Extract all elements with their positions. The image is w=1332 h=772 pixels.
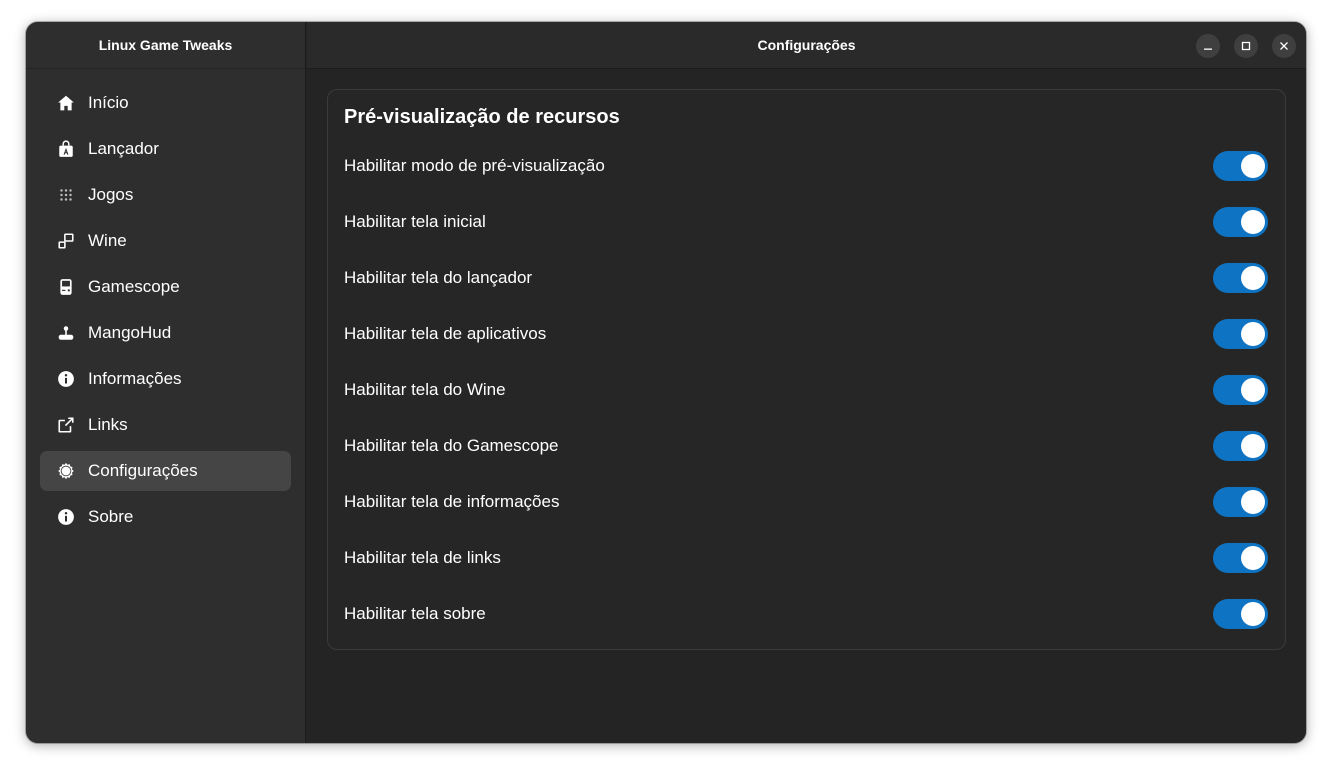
gamescope-screen-switch[interactable] xyxy=(1213,431,1268,461)
grid-icon xyxy=(56,185,76,205)
section-title: Pré-visualização de recursos xyxy=(344,106,620,128)
toggle-label: Habilitar tela de aplicativos xyxy=(344,324,547,343)
toggle-label: Habilitar tela sobre xyxy=(344,604,486,623)
home-screen-switch[interactable] xyxy=(1213,207,1268,237)
sidebar: Linux Game Tweaks Início Lançador Jogos xyxy=(26,22,306,743)
external-link-icon xyxy=(56,415,76,435)
sidebar-item-label: Wine xyxy=(88,231,127,250)
toggle-label: Habilitar tela do Gamescope xyxy=(344,436,559,455)
app-window: Linux Game Tweaks Início Lançador Jogos xyxy=(26,22,1306,743)
info-screen-switch[interactable] xyxy=(1213,487,1268,517)
switch-knob xyxy=(1241,602,1265,626)
launcher-screen-switch[interactable] xyxy=(1213,263,1268,293)
apps-screen-switch[interactable] xyxy=(1213,319,1268,349)
info-icon xyxy=(56,507,76,527)
bag-icon xyxy=(56,139,76,159)
sidebar-item-label: Sobre xyxy=(88,507,134,526)
sidebar-item-label: Início xyxy=(88,93,129,112)
toggle-label: Habilitar tela de informações xyxy=(344,492,560,511)
sidebar-item-informacoes[interactable]: Informações xyxy=(40,359,291,399)
sidebar-item-links[interactable]: Links xyxy=(40,405,291,445)
sidebar-item-jogos[interactable]: Jogos xyxy=(40,175,291,215)
joystick-icon xyxy=(56,323,76,343)
switch-knob xyxy=(1241,490,1265,514)
wine-screen-switch[interactable] xyxy=(1213,375,1268,405)
toggle-label: Habilitar tela do Wine xyxy=(344,380,506,399)
window-controls xyxy=(1196,34,1296,58)
maximize-icon xyxy=(1241,41,1251,51)
sidebar-item-label: MangoHud xyxy=(88,323,172,342)
switch-knob xyxy=(1241,210,1265,234)
toggle-label: Habilitar modo de pré-visualização xyxy=(344,156,605,175)
toggle-row: Habilitar tela de informações xyxy=(344,474,1268,530)
toggle-list: Habilitar modo de pré-visualização Habil… xyxy=(344,138,1268,642)
info-icon xyxy=(56,369,76,389)
sidebar-item-sobre[interactable]: Sobre xyxy=(40,497,291,537)
minimize-icon xyxy=(1204,48,1212,50)
sidebar-item-label: Lançador xyxy=(88,139,159,158)
page-title: Configurações xyxy=(757,37,856,53)
sidebar-item-gamescope[interactable]: Gamescope xyxy=(40,267,291,307)
toggle-row: Habilitar tela de aplicativos xyxy=(344,306,1268,362)
switch-knob xyxy=(1241,434,1265,458)
switch-knob xyxy=(1241,266,1265,290)
toggle-row: Habilitar tela de links xyxy=(344,530,1268,586)
toggle-label: Habilitar tela inicial xyxy=(344,212,486,231)
switch-knob xyxy=(1241,378,1265,402)
switch-knob xyxy=(1241,154,1265,178)
sidebar-nav: Início Lançador Jogos Wine Gamescope Man… xyxy=(26,69,305,537)
sidebar-item-configuracoes[interactable]: Configurações xyxy=(40,451,291,491)
gameboy-icon xyxy=(56,277,76,297)
main-content: Configurações Pré-visualização de recurs… xyxy=(307,22,1306,743)
app-title: Linux Game Tweaks xyxy=(26,22,305,69)
toggle-row: Habilitar tela sobre xyxy=(344,586,1268,642)
preview-mode-switch[interactable] xyxy=(1213,151,1268,181)
sidebar-item-label: Jogos xyxy=(88,185,134,204)
switch-knob xyxy=(1241,322,1265,346)
toggle-row: Habilitar modo de pré-visualização xyxy=(344,138,1268,194)
home-icon xyxy=(56,93,76,113)
feature-preview-card: Pré-visualização de recursos Habilitar m… xyxy=(327,89,1286,650)
toggle-row: Habilitar tela do Wine xyxy=(344,362,1268,418)
maximize-button[interactable] xyxy=(1234,34,1258,58)
header-bar: Configurações xyxy=(307,22,1306,69)
gear-icon xyxy=(56,461,76,481)
toggle-row: Habilitar tela inicial xyxy=(344,194,1268,250)
toggle-label: Habilitar tela do lançador xyxy=(344,268,533,287)
sidebar-item-label: Links xyxy=(88,415,128,434)
sidebar-item-label: Informações xyxy=(88,369,182,388)
toggle-row: Habilitar tela do Gamescope xyxy=(344,418,1268,474)
links-screen-switch[interactable] xyxy=(1213,543,1268,573)
sidebar-item-label: Configurações xyxy=(88,461,198,480)
close-icon xyxy=(1280,42,1288,50)
sidebar-item-mangohud[interactable]: MangoHud xyxy=(40,313,291,353)
close-button[interactable] xyxy=(1272,34,1296,58)
sidebar-item-label: Gamescope xyxy=(88,277,180,296)
about-screen-switch[interactable] xyxy=(1213,599,1268,629)
switch-knob xyxy=(1241,546,1265,570)
windows-icon xyxy=(56,231,76,251)
minimize-button[interactable] xyxy=(1196,34,1220,58)
sidebar-item-lancador[interactable]: Lançador xyxy=(40,129,291,169)
sidebar-item-inicio[interactable]: Início xyxy=(40,83,291,123)
toggle-label: Habilitar tela de links xyxy=(344,548,501,567)
toggle-row: Habilitar tela do lançador xyxy=(344,250,1268,306)
sidebar-item-wine[interactable]: Wine xyxy=(40,221,291,261)
